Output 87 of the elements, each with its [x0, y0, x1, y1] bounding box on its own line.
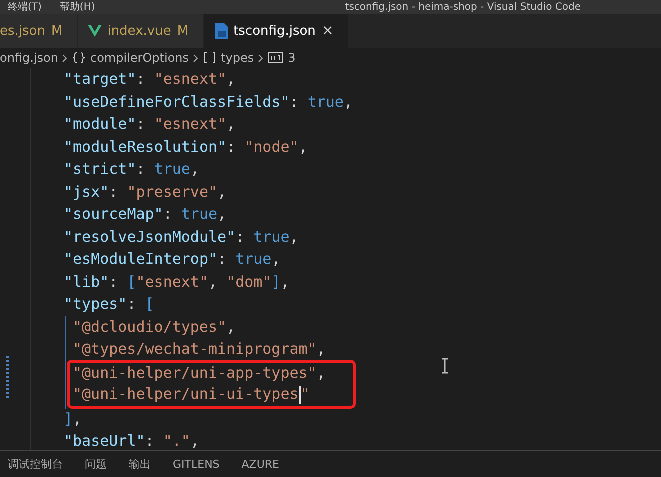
editor-tab[interactable]: tsconfig.json ×	[204, 14, 349, 48]
breadcrumb-item[interactable]: onfig.json	[0, 51, 58, 65]
code-token: "esnext"	[136, 272, 208, 292]
code-token: ,	[208, 272, 219, 292]
code-token: "strict"	[64, 159, 136, 180]
text-caret	[298, 386, 301, 404]
code-token: :	[136, 159, 146, 180]
panel-tab[interactable]: GITLENS	[173, 458, 220, 471]
code-token: "esnext"	[154, 69, 227, 90]
code-token: "node"	[244, 136, 299, 158]
code-token: "esModuleInterop"	[64, 249, 218, 270]
code-token: :	[109, 272, 120, 292]
code-token: "module"	[64, 114, 136, 135]
panel-tab[interactable]: 问题	[85, 457, 107, 472]
code-token: ,	[280, 272, 290, 292]
chevron-icon	[62, 54, 68, 62]
code-token: :	[109, 182, 120, 202]
code-token: ,	[73, 408, 82, 430]
code-token: "@uni-helper/uni-app-types"	[73, 362, 317, 384]
chevron-icon	[193, 54, 200, 62]
code-token: "."	[163, 431, 190, 452]
code-token: "@types/wechat-miniprogram"	[73, 339, 317, 360]
code-token: "@uni-helper/uni-ui-types	[73, 384, 299, 405]
code-token: "@dcloudio/types"	[73, 316, 227, 338]
code-token: ]	[272, 272, 281, 292]
menu-item[interactable]: 帮助(H)	[60, 0, 96, 14]
code-token: "target"	[64, 69, 136, 90]
code-token: "jsx"	[64, 182, 110, 202]
code-token: ,	[272, 249, 281, 270]
code-token: "	[300, 384, 310, 405]
menu-item[interactable]: 终端(T)	[8, 0, 42, 14]
panel-tab[interactable]: 调试控制台	[8, 457, 63, 472]
code-token: true	[254, 226, 290, 248]
close-icon[interactable]: ×	[322, 23, 334, 39]
code-token: ]	[64, 408, 74, 430]
code-token: ,	[290, 226, 299, 248]
window-title: tsconfig.json - heima-shop - Visual Studio Code	[345, 2, 581, 12]
breadcrumb-item[interactable]: compilerOptions	[90, 51, 190, 65]
code-token: ,	[226, 114, 236, 135]
code-token: "lib"	[64, 272, 110, 292]
code-token: "preserve"	[127, 182, 218, 202]
breadcrumb-item[interactable]: 3	[288, 51, 296, 65]
code-token: :	[226, 136, 237, 158]
panel-tab[interactable]: 输出	[129, 457, 151, 472]
chevron-icon	[258, 54, 264, 62]
code-token: true	[181, 204, 218, 225]
code-token: "moduleResolution"	[64, 136, 227, 158]
code-token: ,	[298, 136, 308, 158]
panel-tab[interactable]: AZURE	[242, 458, 280, 471]
code-token: :	[136, 114, 146, 135]
code-token: ,	[226, 316, 236, 338]
code-token: ,	[190, 159, 200, 180]
breadcrumb-item[interactable]: types	[221, 51, 254, 65]
code-token: ,	[316, 362, 326, 384]
code-token: :	[136, 69, 146, 90]
code-token: :	[290, 92, 300, 112]
code-token: "resolveJsonModule"	[64, 226, 236, 248]
code-token: :	[163, 204, 174, 225]
number-icon	[268, 52, 284, 64]
code-token: "dom"	[226, 272, 272, 292]
editor-tab[interactable]: es.json M	[0, 14, 78, 48]
code-token: :	[218, 249, 228, 270]
code-token: "types"	[64, 294, 128, 315]
code-token: true	[154, 159, 190, 180]
code-token: :	[236, 226, 246, 248]
code-token: true	[236, 249, 272, 270]
code-token: [	[127, 272, 136, 292]
code-token: "sourceMap"	[64, 204, 164, 225]
code-token: ,	[226, 69, 236, 90]
code-token: "useDefineForClassFields"	[64, 92, 290, 112]
braces-icon	[72, 52, 86, 64]
code-token: [	[145, 294, 154, 315]
code-token: "baseUrl"	[64, 431, 146, 452]
vue-logo-icon	[88, 25, 102, 37]
code-token: ,	[190, 431, 200, 452]
text-cursor-icon	[441, 358, 449, 374]
code-token: ,	[218, 182, 227, 202]
code-token: ,	[218, 204, 227, 225]
editor-tab[interactable]: index.vue M	[78, 14, 204, 48]
code-token: :	[145, 431, 156, 452]
brackets-icon	[203, 52, 218, 64]
code-token: "esnext"	[154, 114, 227, 135]
code-token: :	[127, 294, 138, 315]
code-token: ,	[344, 92, 353, 112]
code-token: true	[308, 92, 344, 112]
code-token: ,	[316, 339, 326, 360]
ts-file-icon	[214, 23, 228, 39]
